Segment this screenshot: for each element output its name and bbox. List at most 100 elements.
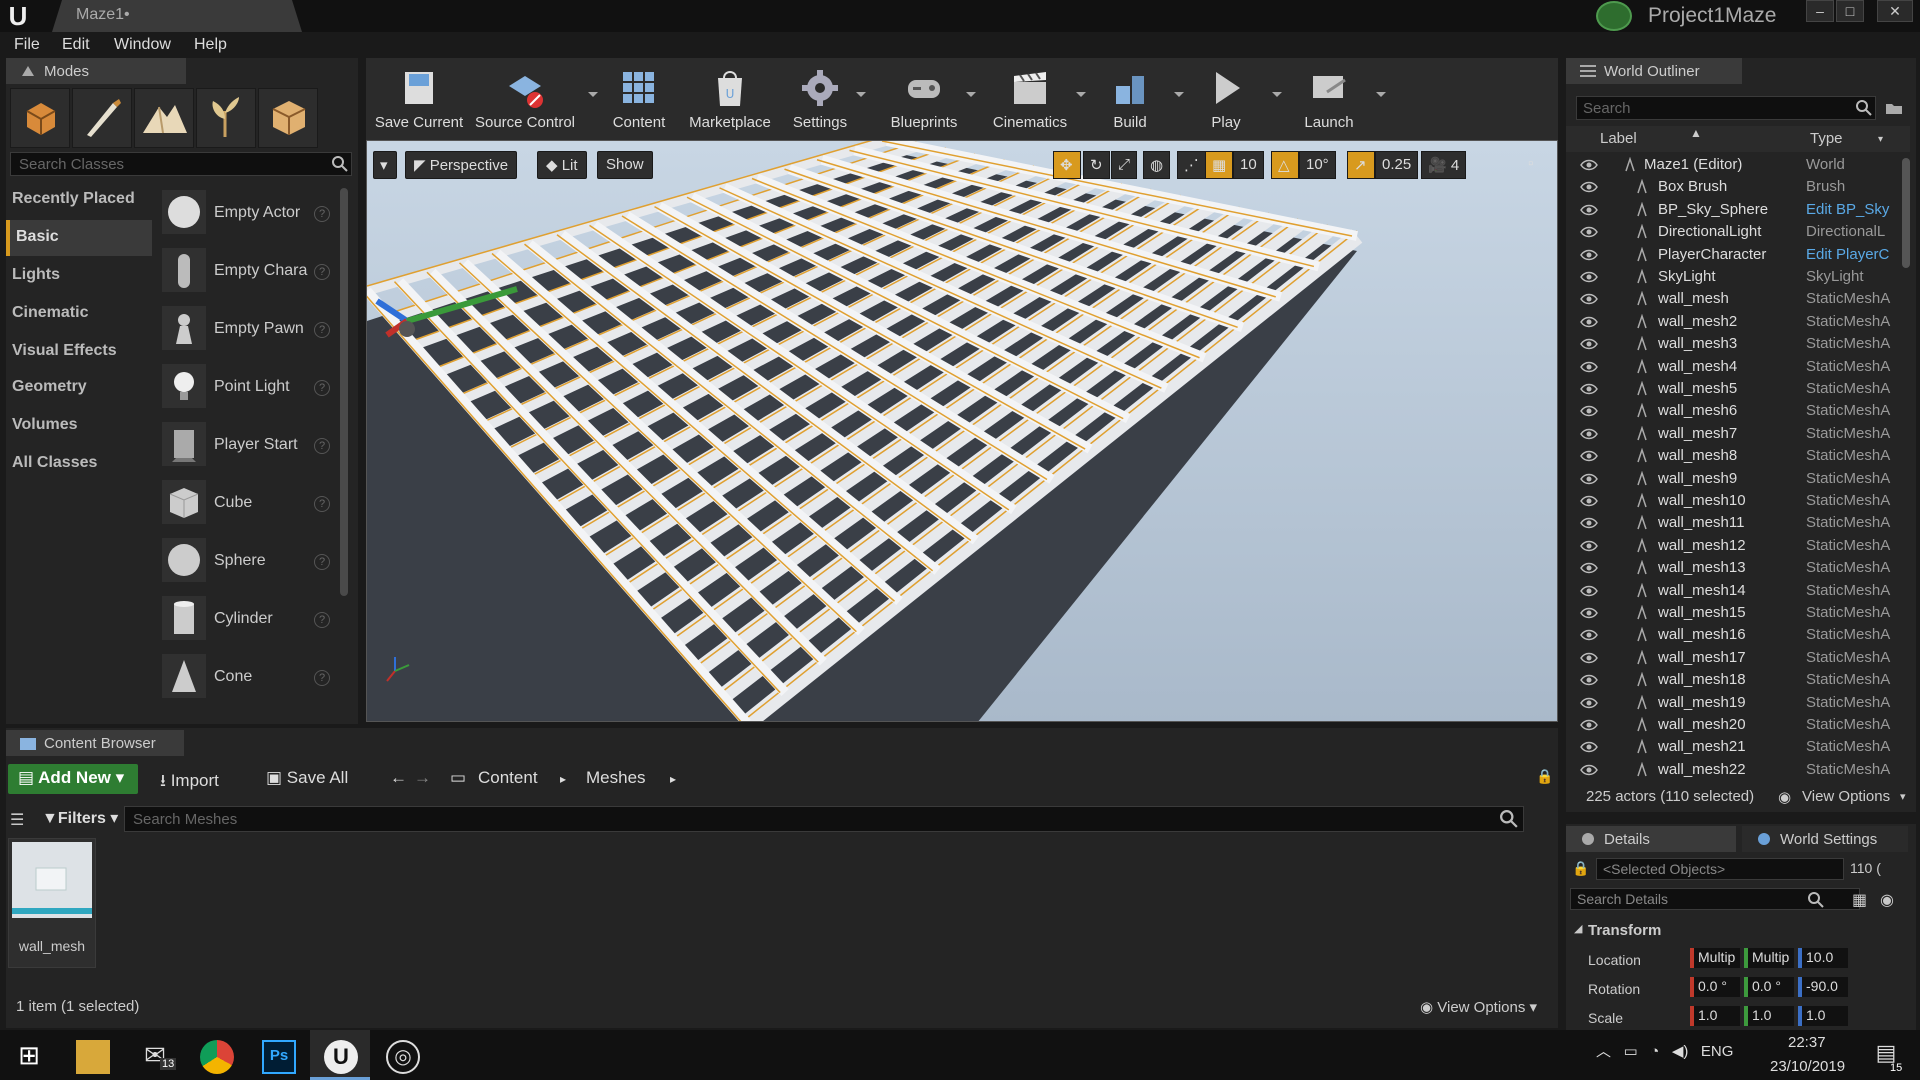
search-icon[interactable]: [1808, 892, 1824, 908]
visibility-eye-icon[interactable]: [1580, 628, 1598, 642]
outliner-row[interactable]: wall_mesh4 StaticMeshA: [1566, 356, 1902, 378]
menu-window[interactable]: Window: [114, 36, 171, 54]
rotation-value-y[interactable]: 0.0 °: [1744, 977, 1794, 997]
windows-start-icon[interactable]: ⊞: [12, 1040, 46, 1074]
menu-help[interactable]: Help: [194, 36, 227, 54]
maximize-viewport-icon[interactable]: ▫: [1525, 151, 1547, 179]
obs-icon[interactable]: ◎: [386, 1040, 420, 1074]
import-button[interactable]: ⭳ Import: [150, 764, 229, 794]
launch-dropdown-icon[interactable]: [1376, 92, 1386, 97]
place-item-player-start[interactable]: Player Start ?: [160, 418, 334, 474]
play-button[interactable]: Play: [1186, 62, 1266, 140]
visibility-eye-icon[interactable]: [1580, 382, 1598, 396]
unreal-logo-icon[interactable]: U: [4, 2, 32, 30]
scale-snap-icon[interactable]: ↗: [1347, 151, 1375, 179]
blueprints-button[interactable]: Blueprints: [876, 62, 972, 140]
close-button[interactable]: ✕: [1877, 0, 1913, 22]
outliner-view-options-button[interactable]: View Options: [1802, 788, 1890, 805]
search-icon[interactable]: [1856, 100, 1872, 116]
category-volumes[interactable]: Volumes: [6, 408, 152, 444]
outliner-row[interactable]: wall_mesh16 StaticMeshA: [1566, 624, 1902, 646]
outliner-search-input[interactable]: Search: [1576, 96, 1876, 120]
outliner-scrollbar[interactable]: [1902, 158, 1910, 268]
outliner-row[interactable]: wall_mesh StaticMeshA: [1566, 288, 1902, 310]
visibility-eye-icon[interactable]: [1580, 404, 1598, 418]
viewport-options-dropdown[interactable]: ▾: [373, 151, 397, 179]
visibility-eye-icon[interactable]: [1580, 292, 1598, 306]
source-control-button[interactable]: Source Control: [470, 62, 580, 140]
path-meshes[interactable]: Meshes: [576, 764, 656, 794]
rotate-mode-icon[interactable]: ↻: [1083, 151, 1110, 179]
add-folder-icon[interactable]: [1884, 98, 1904, 118]
outliner-row[interactable]: wall_mesh18 StaticMeshA: [1566, 669, 1902, 691]
help-icon[interactable]: ?: [314, 612, 330, 628]
search-icon[interactable]: [1500, 810, 1518, 828]
maximize-button[interactable]: □: [1836, 0, 1864, 22]
rotation-label[interactable]: Rotation: [1588, 981, 1640, 997]
play-dropdown-icon[interactable]: [1272, 92, 1282, 97]
build-button[interactable]: Build: [1090, 62, 1170, 140]
rotation-snap-value[interactable]: 10°: [1299, 151, 1336, 179]
visibility-eye-icon[interactable]: [1580, 673, 1598, 687]
scale-label[interactable]: Scale: [1588, 1010, 1623, 1026]
outliner-row[interactable]: wall_mesh9 StaticMeshA: [1566, 468, 1902, 490]
visibility-eye-icon[interactable]: [1580, 494, 1598, 508]
clock-date[interactable]: 23/10/2019: [1770, 1058, 1845, 1075]
outliner-row[interactable]: wall_mesh5 StaticMeshA: [1566, 378, 1902, 400]
place-item-cube[interactable]: Cube ?: [160, 476, 334, 532]
language-indicator[interactable]: ENG: [1701, 1043, 1734, 1060]
scale-mode-icon[interactable]: ⤢: [1111, 151, 1138, 179]
visibility-eye-icon[interactable]: [1580, 203, 1598, 217]
outliner-row[interactable]: wall_mesh6 StaticMeshA: [1566, 400, 1902, 422]
lit-button[interactable]: ◆ Lit: [537, 151, 587, 179]
transform-section-header[interactable]: Transform: [1588, 922, 1661, 939]
visibility-eye-icon[interactable]: [1580, 225, 1598, 239]
grid-snap-icon[interactable]: ▦: [1205, 151, 1233, 179]
place-item-sphere[interactable]: Sphere ?: [160, 534, 334, 590]
visibility-eye-icon[interactable]: [1580, 158, 1598, 172]
lock-icon[interactable]: 🔒: [1572, 860, 1589, 877]
visibility-eye-icon[interactable]: [1580, 539, 1598, 553]
lock-icon[interactable]: 🔒: [1526, 764, 1563, 794]
outliner-row[interactable]: wall_mesh15 StaticMeshA: [1566, 602, 1902, 624]
sources-toggle-icon[interactable]: ☰: [10, 810, 24, 830]
outliner-row[interactable]: wall_mesh22 StaticMeshA: [1566, 759, 1902, 781]
volume-icon[interactable]: ◀): [1672, 1043, 1689, 1060]
outliner-row[interactable]: wall_mesh21 StaticMeshA: [1566, 736, 1902, 758]
content-view-options-button[interactable]: ◉ View Options ▾: [1420, 998, 1537, 1016]
selected-objects-field[interactable]: <Selected Objects>: [1596, 858, 1844, 880]
search-classes-input[interactable]: Search Classes: [10, 152, 352, 176]
visibility-eye-icon[interactable]: ◉: [1880, 890, 1894, 910]
outliner-row[interactable]: wall_mesh14 StaticMeshA: [1566, 580, 1902, 602]
path-separator-icon[interactable]: ▸: [660, 764, 686, 794]
world-outliner-tab[interactable]: World Outliner: [1566, 58, 1742, 84]
help-icon[interactable]: ?: [314, 496, 330, 512]
modes-tab[interactable]: Modes: [6, 58, 186, 84]
visibility-eye-icon[interactable]: [1580, 651, 1598, 665]
world-settings-tab[interactable]: World Settings: [1742, 826, 1908, 852]
rotation-value-z[interactable]: -90.0: [1798, 977, 1848, 997]
settings-dropdown-icon[interactable]: [856, 92, 866, 97]
content-button[interactable]: Content: [600, 62, 678, 140]
search-meshes-input[interactable]: Search Meshes: [124, 806, 1524, 832]
location-value-y[interactable]: Multip: [1744, 948, 1794, 968]
path-content[interactable]: Content: [468, 764, 548, 794]
network-icon[interactable]: ◔: [1650, 1043, 1659, 1060]
photoshop-icon[interactable]: Ps: [262, 1040, 296, 1074]
tray-expand-icon[interactable]: ︿: [1596, 1043, 1611, 1060]
visibility-eye-icon[interactable]: [1580, 696, 1598, 710]
place-list-scrollbar[interactable]: [340, 188, 348, 596]
category-recently-placed[interactable]: Recently Placed: [6, 182, 152, 218]
transform-collapse-icon[interactable]: ◢: [1574, 922, 1582, 935]
marketplace-button[interactable]: U Marketplace: [682, 62, 778, 140]
category-geometry[interactable]: Geometry: [6, 370, 152, 406]
location-value-z[interactable]: 10.0: [1798, 948, 1848, 968]
cinematics-dropdown-icon[interactable]: [1076, 92, 1086, 97]
help-icon[interactable]: ?: [314, 554, 330, 570]
outliner-row-type[interactable]: Edit PlayerC: [1806, 246, 1900, 263]
battery-icon[interactable]: ▭: [1624, 1043, 1638, 1060]
history-forward-button[interactable]: →: [404, 764, 441, 794]
column-dropdown-icon[interactable]: ▾: [1878, 134, 1883, 145]
world-local-icon[interactable]: ◍: [1143, 151, 1171, 179]
visibility-eye-icon[interactable]: [1580, 606, 1598, 620]
